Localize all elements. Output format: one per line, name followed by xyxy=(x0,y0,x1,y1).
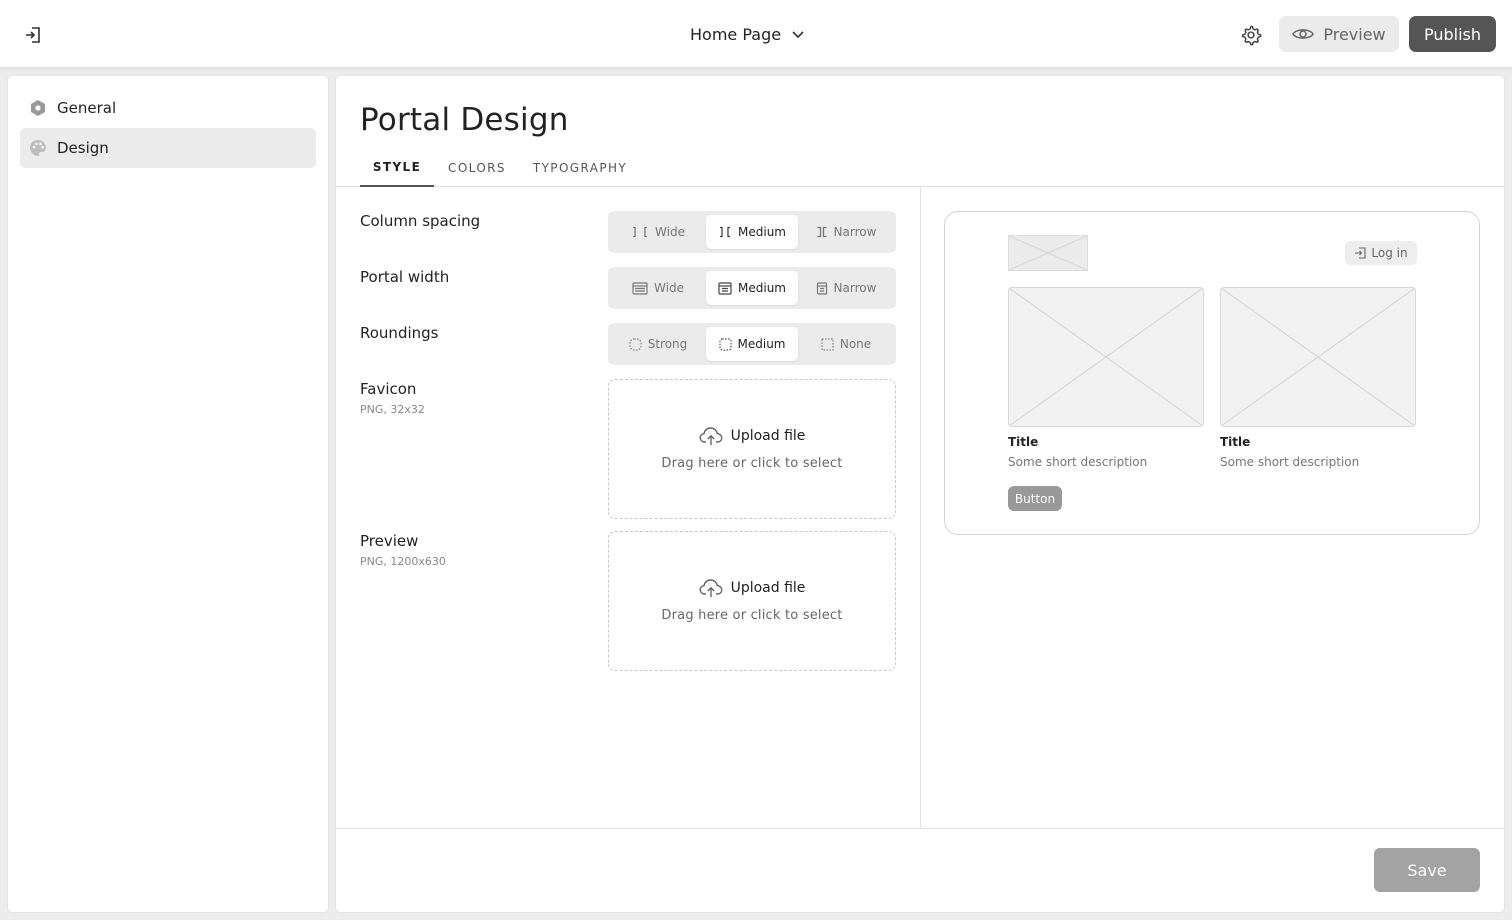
exit-button[interactable] xyxy=(20,22,46,48)
sidebar-item-label: Design xyxy=(57,139,109,157)
placeholder-cross-icon xyxy=(1221,288,1415,426)
option-label: Medium xyxy=(738,281,786,295)
placeholder-cross-icon xyxy=(1009,288,1203,426)
page-selector-label: Home Page xyxy=(690,24,782,44)
settings-button[interactable] xyxy=(1236,20,1266,50)
preview-button[interactable]: Preview xyxy=(1279,16,1399,52)
tab-style[interactable]: STYLE xyxy=(360,148,434,187)
layout-wide-icon xyxy=(632,281,648,295)
option-label: Medium xyxy=(738,225,786,239)
option-label: Narrow xyxy=(833,225,877,239)
panel-divider xyxy=(920,187,921,828)
favicon-label: Favicon xyxy=(360,380,417,398)
tab-colors[interactable]: COLORS xyxy=(446,148,508,187)
main-panel: Portal Design STYLE COLORS TYPOGRAPHY Co… xyxy=(336,76,1504,912)
logo-placeholder xyxy=(1008,235,1088,271)
rounding-none-icon xyxy=(821,337,834,351)
favicon-upload-dropzone[interactable]: Upload file Drag here or click to select xyxy=(608,379,896,519)
card-title: Title xyxy=(1220,435,1251,449)
upload-label: Upload file xyxy=(730,428,806,444)
chevron-down-icon xyxy=(792,31,804,39)
top-bar: Home Page Preview Publish xyxy=(0,0,1512,68)
page-selector[interactable]: Home Page xyxy=(690,18,805,50)
sidebar-item-label: General xyxy=(57,99,117,117)
roundings-selector: Strong Medium None xyxy=(608,323,896,365)
card-description: Some short description xyxy=(1220,455,1360,469)
preview-upload-dropzone[interactable]: Upload file Drag here or click to select xyxy=(608,531,896,671)
portal-preview: Log in Title Some short description Titl… xyxy=(944,211,1480,535)
column-spacing-label: Column spacing xyxy=(360,212,481,230)
column-narrow-icon xyxy=(817,226,827,238)
option-label: Medium xyxy=(737,337,786,351)
portal-width-narrow-option[interactable]: Narrow xyxy=(800,271,892,305)
roundings-label: Roundings xyxy=(360,324,439,342)
palette-icon xyxy=(30,140,46,156)
preview-image-hint: PNG, 1200x630 xyxy=(360,555,446,568)
card-description: Some short description xyxy=(1008,455,1148,469)
column-spacing-medium-option[interactable]: Medium xyxy=(706,215,798,249)
login-icon xyxy=(1355,247,1366,259)
portal-width-wide-option[interactable]: Wide xyxy=(612,271,704,305)
publish-button[interactable]: Publish xyxy=(1409,16,1496,52)
tab-bar: STYLE COLORS TYPOGRAPHY xyxy=(336,148,1504,187)
upload-row: Upload file xyxy=(609,578,895,598)
roundings-none-option[interactable]: None xyxy=(800,327,892,361)
sidebar-item-general[interactable]: General xyxy=(20,88,316,128)
upload-hint: Drag here or click to select xyxy=(661,608,843,623)
card-image-placeholder xyxy=(1008,287,1204,427)
page-title: Portal Design xyxy=(360,102,569,138)
hexagon-icon xyxy=(31,100,45,116)
option-label: Narrow xyxy=(833,281,877,295)
gear-icon xyxy=(1241,25,1262,46)
preview-image-label: Preview xyxy=(360,532,419,550)
mock-button[interactable]: Button xyxy=(1008,486,1062,511)
sidebar-item-design[interactable]: Design xyxy=(20,128,316,168)
save-button[interactable]: Save xyxy=(1374,848,1480,892)
option-label: None xyxy=(839,337,872,351)
sidebar: General Design xyxy=(8,76,328,912)
rounding-medium-icon xyxy=(718,337,732,351)
column-medium-icon xyxy=(720,226,730,238)
layout-medium-icon xyxy=(718,281,732,295)
mock-login-label: Log in xyxy=(1371,246,1408,260)
upload-hint: Drag here or click to select xyxy=(661,456,843,471)
upload-label: Upload file xyxy=(730,580,806,596)
column-wide-icon xyxy=(633,226,648,238)
rounding-strong-icon xyxy=(629,337,642,351)
card-image-placeholder xyxy=(1220,287,1416,427)
cloud-upload-icon xyxy=(699,579,723,597)
roundings-strong-option[interactable]: Strong xyxy=(612,327,704,361)
card-title: Title xyxy=(1008,435,1039,449)
column-spacing-narrow-option[interactable]: Narrow xyxy=(800,215,892,249)
tab-typography[interactable]: TYPOGRAPHY xyxy=(532,148,628,187)
portal-width-selector: Wide Medium Narrow xyxy=(608,267,896,309)
upload-row: Upload file xyxy=(609,426,895,446)
portal-width-medium-option[interactable]: Medium xyxy=(706,271,798,305)
layout-narrow-icon xyxy=(816,281,827,295)
cloud-upload-icon xyxy=(699,427,723,445)
exit-icon xyxy=(26,27,40,43)
mock-login-button[interactable]: Log in xyxy=(1345,241,1417,265)
eye-icon xyxy=(1292,29,1315,39)
option-label: Strong xyxy=(647,337,688,351)
preview-button-label: Preview xyxy=(1323,24,1386,44)
option-label: Wide xyxy=(655,225,685,239)
roundings-medium-option[interactable]: Medium xyxy=(706,327,798,361)
footer-divider xyxy=(336,828,1504,829)
column-spacing-wide-option[interactable]: Wide xyxy=(612,215,704,249)
option-label: Wide xyxy=(654,281,684,295)
favicon-hint: PNG, 32x32 xyxy=(360,403,425,416)
placeholder-cross-icon xyxy=(1008,235,1088,271)
column-spacing-selector: Wide Medium Narrow xyxy=(608,211,896,253)
portal-width-label: Portal width xyxy=(360,268,450,286)
